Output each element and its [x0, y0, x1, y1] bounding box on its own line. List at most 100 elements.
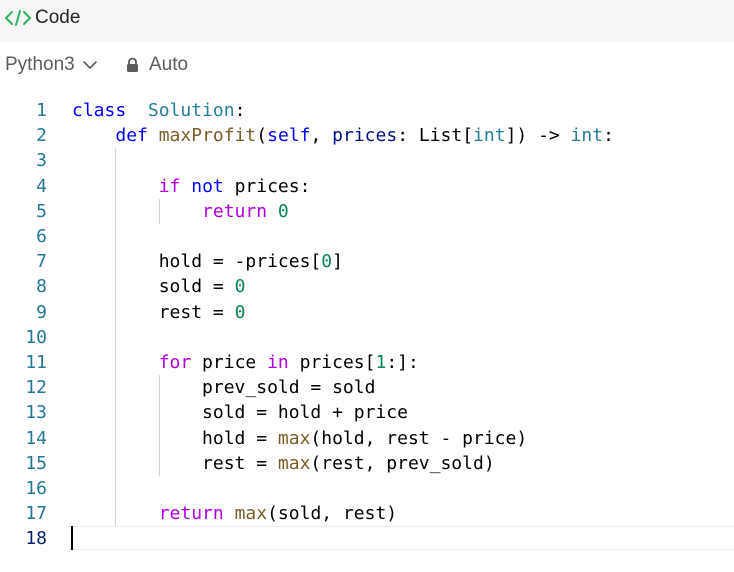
code-line[interactable]: 10 [0, 325, 734, 350]
line-code: sold = hold + price [72, 400, 408, 425]
code-token: int [473, 125, 506, 147]
code-token: (hold, rest - price) [310, 427, 528, 449]
code-token: ( [256, 125, 268, 147]
active-line-highlight [70, 526, 734, 551]
code-token: class [72, 100, 127, 121]
line-number: 18 [25, 528, 47, 550]
code-token: for [158, 352, 192, 373]
language-selector[interactable]: Python3 [5, 54, 97, 76]
code-line[interactable]: 18 [0, 526, 734, 551]
line-number: 6 [36, 226, 47, 247]
code-token: not [191, 175, 224, 197]
code-token: (rest, prev_sold) [310, 452, 495, 474]
code-token: max [277, 452, 311, 474]
code-token: prev_sold = sold [72, 377, 376, 399]
code-line[interactable]: 9 rest = 0 [0, 300, 734, 325]
line-code: prev_sold = sold [72, 375, 375, 400]
code-line[interactable]: 17 return max(sold, rest) [0, 501, 734, 526]
lock-icon [127, 57, 138, 72]
auto-mode-label[interactable]: Auto [149, 54, 188, 76]
line-code: rest = max(rest, prev_sold) [72, 451, 495, 476]
code-line[interactable]: 5 return 0 [0, 199, 734, 224]
code-editor[interactable]: 1 class Solution: 2 def maxProfit(self, pr… [0, 97, 734, 572]
code-line[interactable]: 14 hold = max(hold, rest - price) [0, 426, 734, 451]
panel-header: Code [0, 0, 734, 42]
code-token: : [234, 100, 246, 121]
code-token: ]) -> [505, 125, 571, 147]
code-line[interactable]: 1 class Solution: [0, 98, 734, 123]
code-token: 0 [234, 301, 246, 323]
line-number: 17 [25, 503, 47, 525]
code-token: maxProfit [158, 125, 257, 147]
line-number: 3 [36, 150, 47, 172]
line-number: 16 [25, 478, 47, 499]
code-token: : List[ [397, 125, 474, 147]
code-token: max [234, 503, 268, 525]
line-code: def maxProfit(self, prices: List[int]) -… [72, 123, 614, 148]
code-token: 0 [234, 276, 246, 298]
code-line[interactable]: 6 [0, 224, 734, 249]
line-code: sold = 0 [72, 274, 246, 299]
code-token: max [277, 427, 311, 449]
line-number: 13 [25, 402, 47, 424]
line-code: return max(sold, rest) [72, 501, 397, 526]
code-line[interactable]: 4 if not prices: [0, 174, 734, 199]
code-line[interactable]: 7 hold = -prices[0] [0, 249, 734, 274]
code-token: rest = [72, 452, 278, 474]
code-token: prices [332, 125, 398, 147]
code-token: hold = -prices[ [72, 251, 322, 273]
line-number: 11 [25, 352, 47, 373]
code-token: in [267, 352, 289, 373]
code-token: 0 [321, 251, 333, 273]
code-line[interactable]: 11 for price in prices[1:]: [0, 350, 734, 375]
line-number: 14 [25, 427, 47, 449]
text-cursor [71, 526, 73, 551]
line-code: class Solution: [72, 98, 245, 123]
code-line[interactable]: 2 def maxProfit(self, prices: List[int])… [0, 123, 734, 148]
line-number: 4 [36, 175, 47, 197]
code-line[interactable]: 8 sold = 0 [0, 274, 734, 299]
line-number: 12 [25, 377, 47, 399]
code-icon [5, 10, 31, 26]
line-number: 5 [36, 200, 47, 222]
code-token: prices: [223, 175, 311, 197]
line-code: hold = -prices[0] [72, 249, 343, 274]
code-token: 1 [375, 352, 387, 373]
line-code: if not prices: [72, 174, 311, 199]
line-number: 2 [36, 125, 47, 147]
code-line[interactable]: 12 prev_sold = sold [0, 375, 734, 400]
code-token: prices[ [288, 352, 376, 373]
code-token: Solution [147, 100, 235, 121]
code-token: rest = [72, 301, 235, 323]
line-code: rest = 0 [72, 300, 246, 325]
line-code: hold = max(hold, rest - price) [72, 426, 527, 451]
line-code: for price in prices[1:]: [72, 350, 419, 375]
language-label: Python3 [5, 54, 75, 75]
line-code: return 0 [72, 199, 289, 224]
code-token: , [310, 125, 333, 147]
code-token: sold = [72, 276, 235, 298]
line-number: 15 [25, 452, 47, 474]
code-line[interactable]: 16 [0, 476, 734, 501]
editor-toolbar: Python3 Auto [0, 42, 734, 87]
code-line[interactable]: 3 [0, 148, 734, 173]
code-token: if [158, 175, 181, 197]
code-token: ] [332, 251, 343, 273]
code-token: : [603, 125, 614, 147]
code-token: sold = hold + price [72, 402, 408, 424]
chevron-down-icon [82, 61, 97, 69]
code-line[interactable]: 13 sold = hold + price [0, 400, 734, 425]
line-number: 1 [36, 100, 47, 121]
code-line[interactable]: 15 rest = max(rest, prev_sold) [0, 451, 734, 476]
code-token: price [191, 352, 268, 373]
line-number: 10 [25, 326, 47, 348]
